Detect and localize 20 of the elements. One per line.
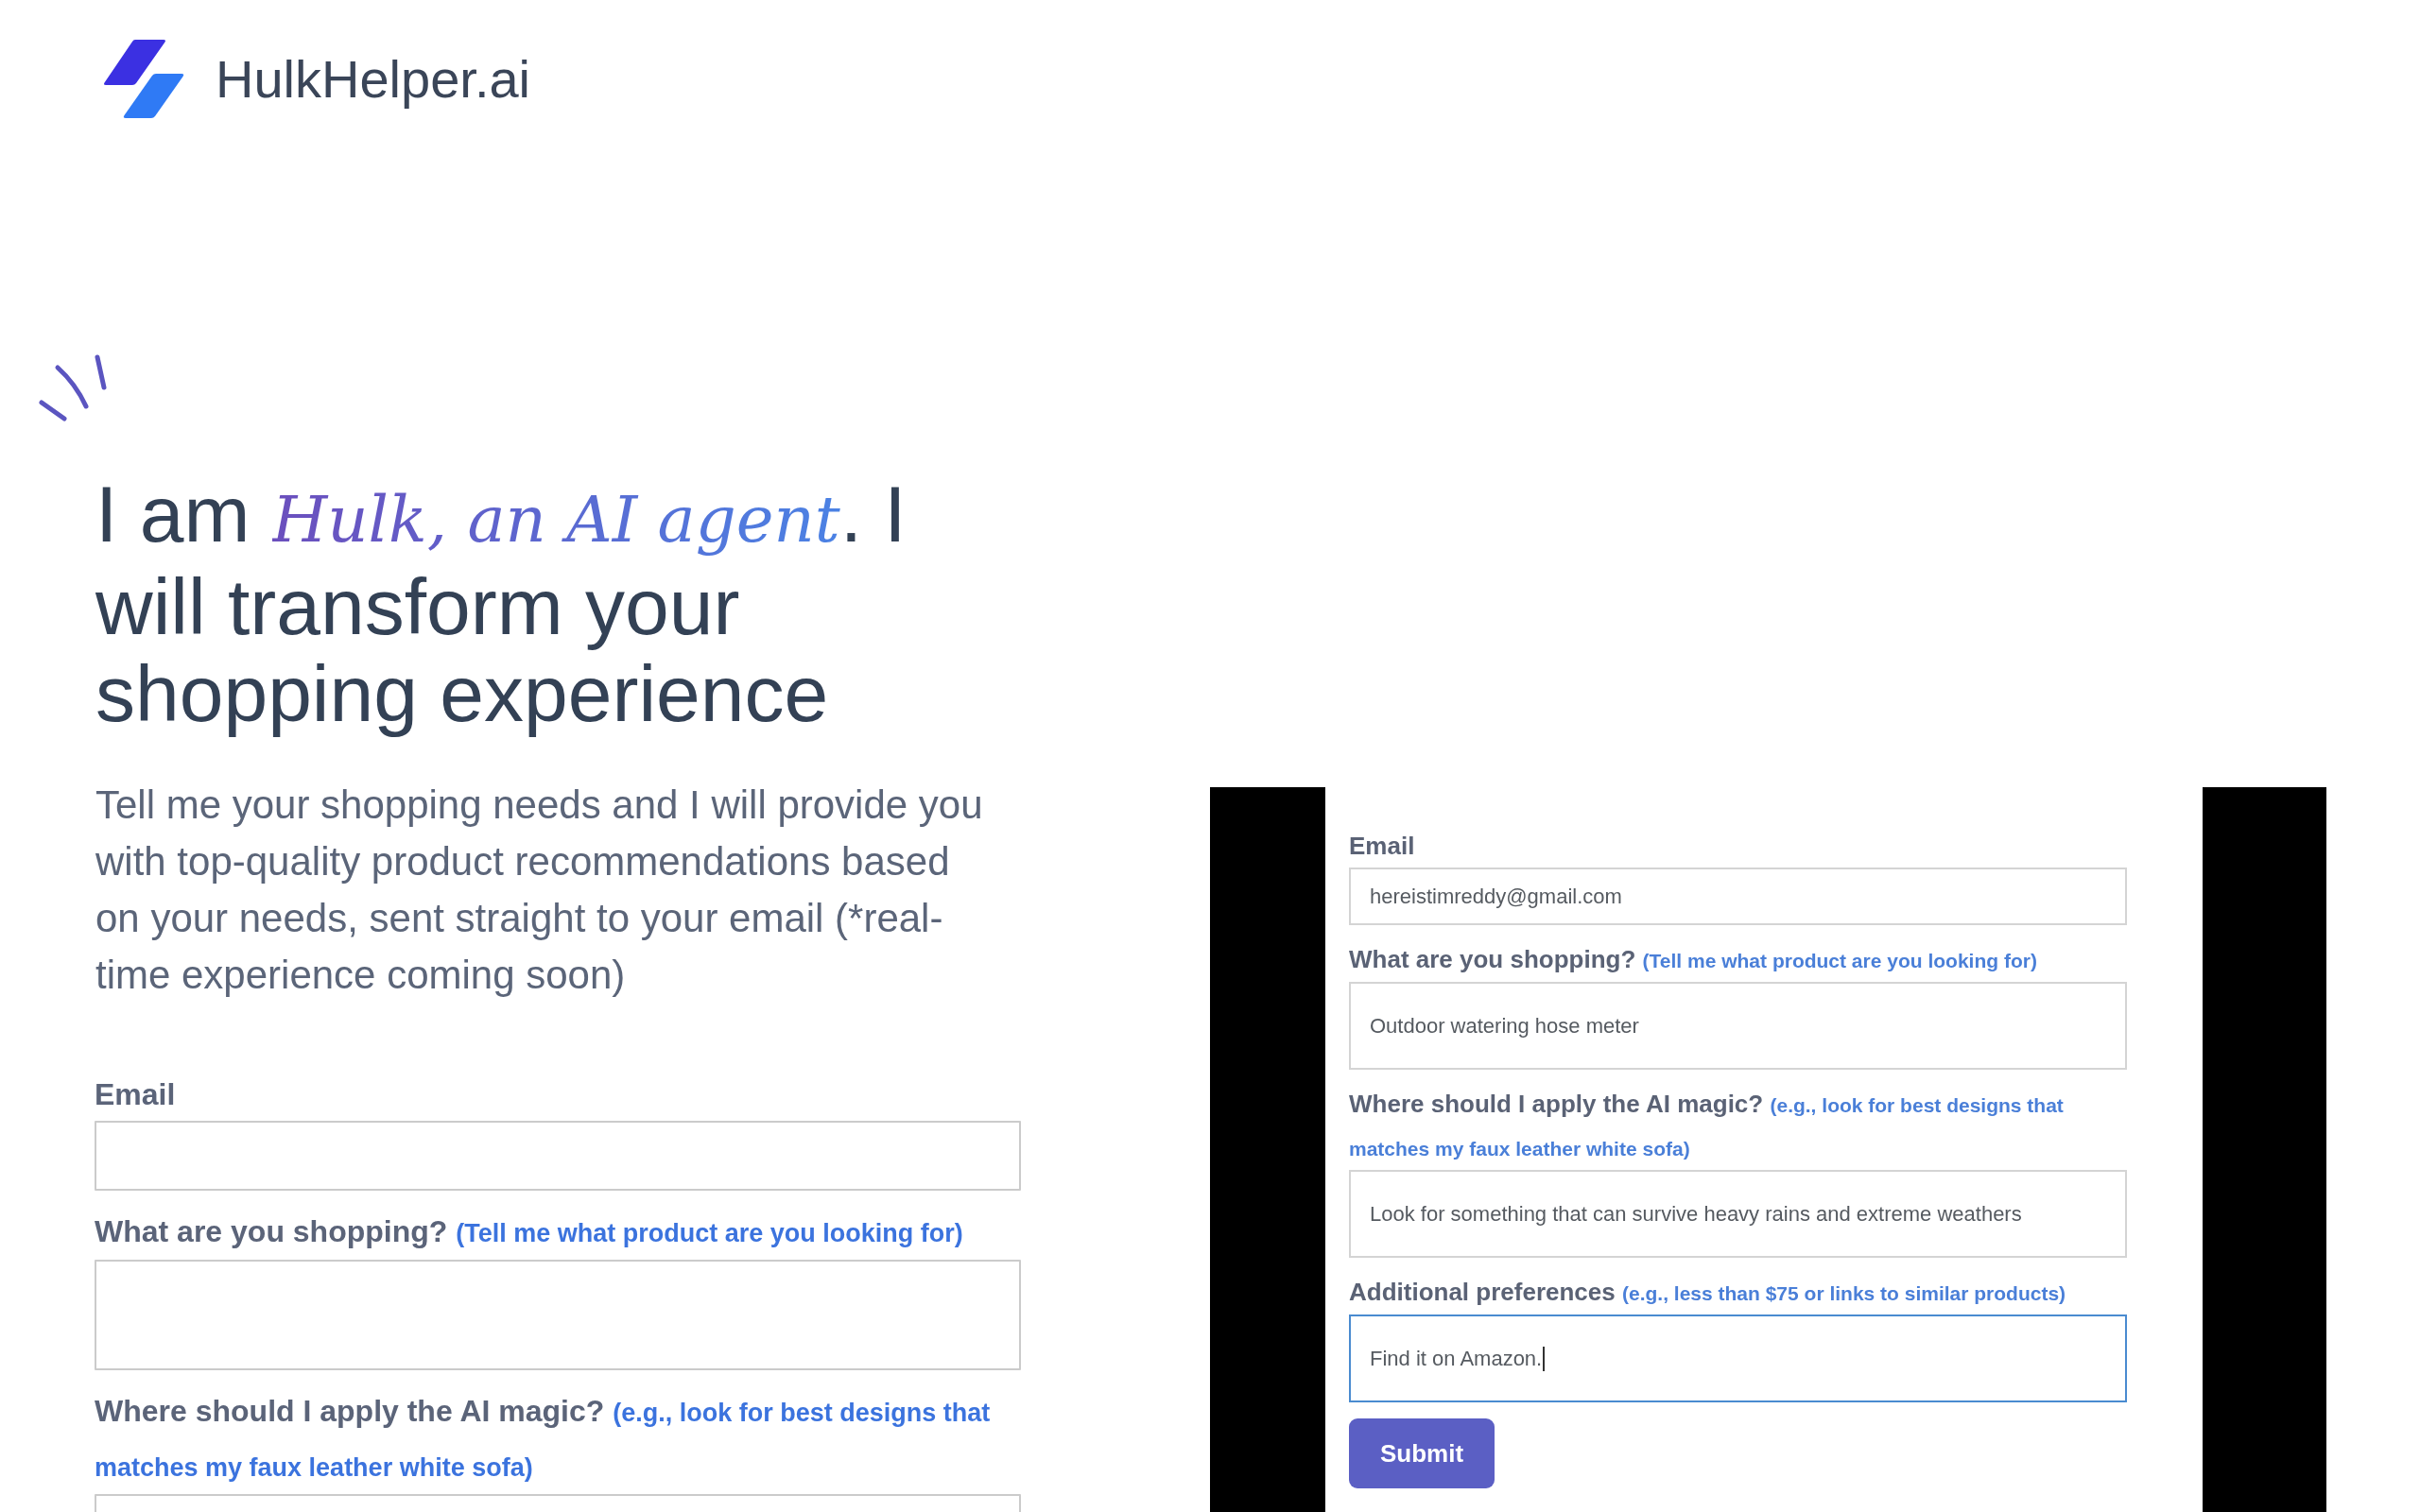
text-input[interactable] — [95, 1121, 1021, 1191]
text-area: Outdoor watering hose meter — [1349, 982, 2127, 1070]
text-area[interactable] — [95, 1260, 1021, 1370]
submit-button[interactable]: Submit — [1349, 1418, 1495, 1488]
text-cursor-icon — [1543, 1346, 1546, 1371]
text-area: Look for something that can survive heavy rains and extreme weathers — [1349, 1170, 2127, 1258]
hero-description: Tell me your shopping needs and I will provide you with top-quality product recommendations based on your needs, sent straight to your email (*real-time experience coming soon) — [95, 782, 984, 999]
logo-link[interactable]: HulkHelper.ai — [102, 39, 531, 119]
accent-lines-icon — [38, 353, 108, 423]
text-area: Find it on Amazon. — [1349, 1314, 2127, 1402]
field-label: Where should I apply the AI magic? (e.g., look for best designs that matches my faux leather white sofa) — [95, 1393, 992, 1484]
logo-icon — [102, 39, 185, 119]
field-label: Email — [95, 1076, 177, 1113]
field-label: Where should I apply the AI magic? (e.g., look for best designs that matches my faux leather white sofa) — [1349, 1089, 2065, 1161]
field-label: What are you shopping? (Tell me what product are you looking for) — [1349, 944, 2038, 975]
input-field: hereistimreddy@gmail.com — [1349, 868, 2127, 925]
field-label: What are you shopping? (Tell me what product are you looking for) — [95, 1213, 964, 1250]
field-label: Additional preferences (e.g., less than $75 or links to similar products) — [1349, 1277, 2067, 1308]
field-label: Email — [1349, 831, 1416, 862]
hero-heading: I am Hulk, an AI agent. I will transform your shopping experience — [95, 471, 908, 737]
